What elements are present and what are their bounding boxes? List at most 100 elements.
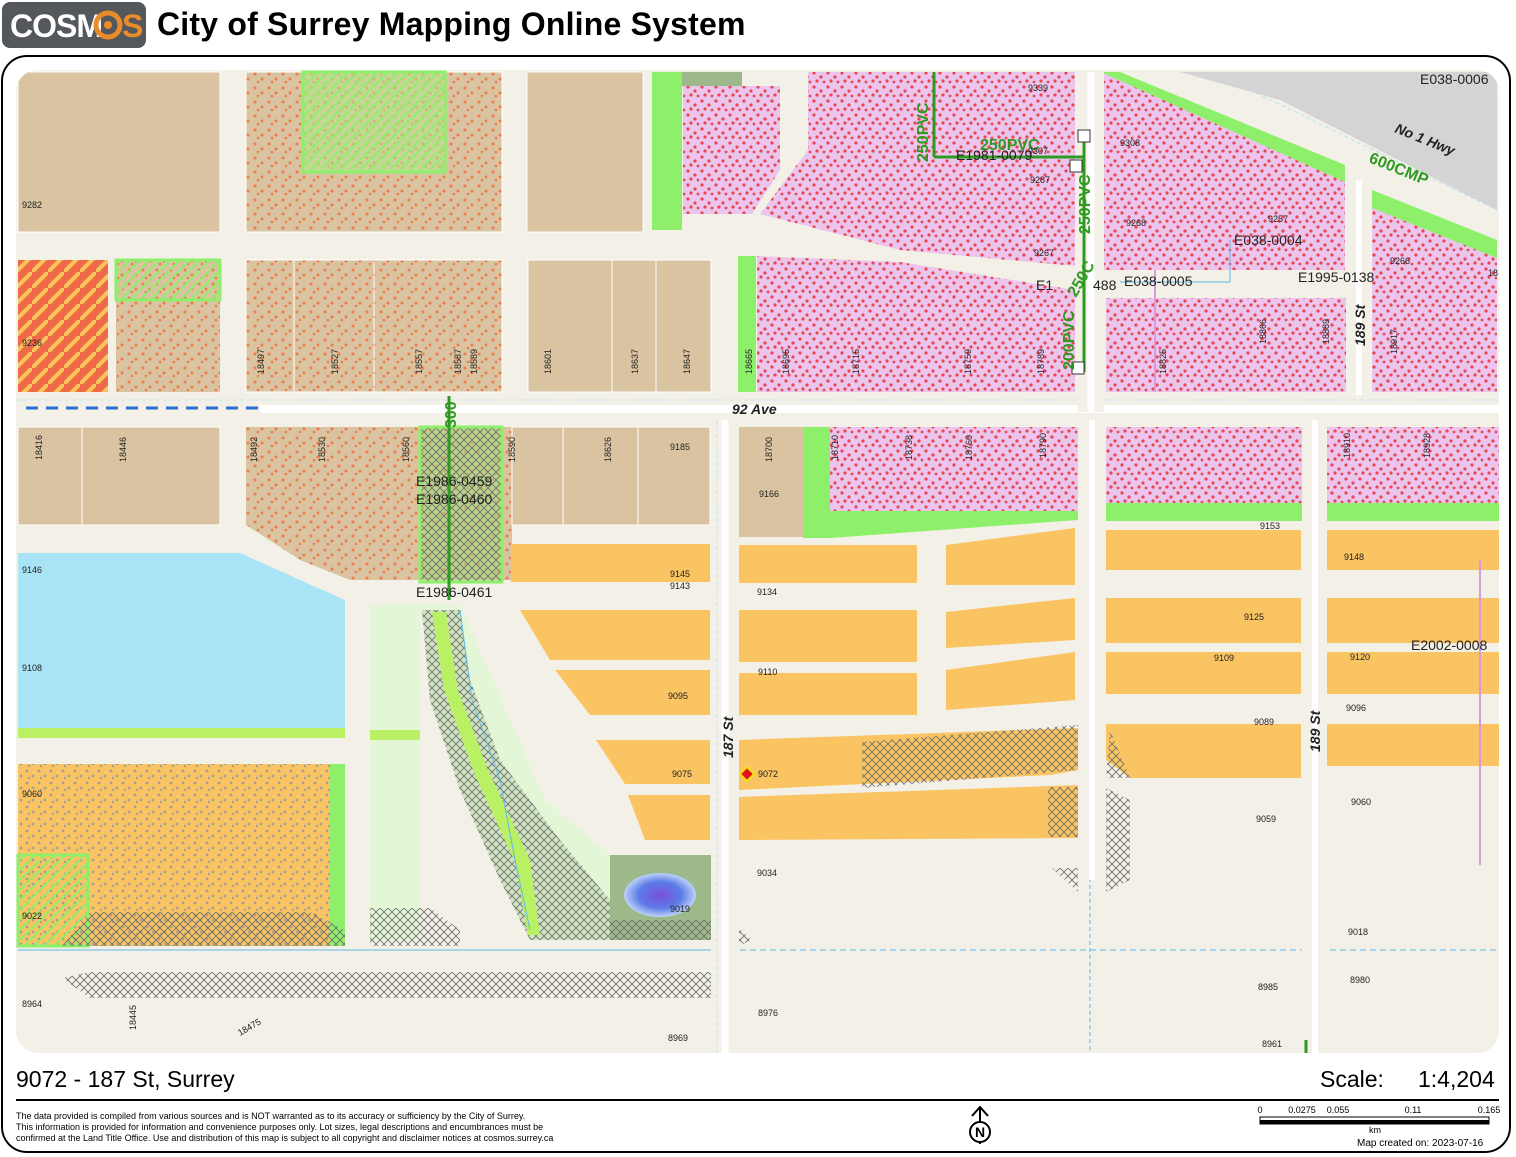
parcels-north-west: [17, 70, 712, 393]
address-label: 9075: [672, 769, 692, 779]
street-label-92-ave: 92 Ave: [732, 401, 777, 417]
address-label: 18710: [830, 435, 840, 460]
north-label: N: [975, 1124, 985, 1140]
address-label: 8964: [22, 999, 42, 1009]
easement-label: 488: [1093, 277, 1117, 293]
footer-divider: [16, 1099, 1499, 1101]
scale-tick-label: 0.11: [1405, 1105, 1422, 1115]
address-label: 18445: [128, 1005, 138, 1030]
street-label-189-st-north: 189 St: [1352, 303, 1368, 346]
address-label: 18: [1488, 268, 1498, 278]
address-label: 18759: [963, 349, 973, 374]
address-label: 9257: [1268, 214, 1288, 224]
street-label-187-st: 187 St: [720, 715, 736, 758]
address-label: 9282: [22, 200, 42, 210]
address-label: 18601: [543, 349, 553, 374]
address-label: 18700: [764, 437, 774, 462]
easement-label: E1986-0461: [416, 584, 493, 600]
pipe-label-250pvc-c: 250PVC: [1077, 174, 1094, 234]
address-label: 8969: [668, 1033, 688, 1043]
address-label: 18492: [249, 437, 259, 462]
address-label: 18825: [1158, 349, 1168, 374]
address-label: 18760: [964, 435, 974, 460]
address-label: 9096: [1346, 703, 1366, 713]
address-label: 9266: [1390, 256, 1410, 266]
address-label: 9060: [22, 789, 42, 799]
svg-text:S: S: [122, 8, 143, 44]
address-label: 9268: [1126, 218, 1146, 228]
address-label: 18889: [1321, 319, 1331, 344]
easement-label: E1995-0138: [1298, 269, 1375, 285]
easement-label: E038-0006: [1420, 71, 1489, 87]
easement-label: E038-0005: [1124, 273, 1193, 289]
disclaimer-text: The data provided is compiled from vario…: [16, 1111, 554, 1143]
address-label: 18738: [904, 435, 914, 460]
address-label: 18626: [603, 437, 613, 462]
easement-label: E1986-0460: [416, 491, 493, 507]
address-label: 9148: [1344, 552, 1364, 562]
address-label: 18530: [317, 437, 327, 462]
address-label: 9125: [1244, 612, 1264, 622]
scale-value: 1:4,204: [1418, 1066, 1495, 1092]
address-label: 18560: [401, 437, 411, 462]
address-label: 18928: [1422, 433, 1432, 458]
property-address: 9072 - 187 St, Surrey: [16, 1066, 235, 1092]
logo-text-a: COSM: [10, 8, 102, 44]
easement-label: E038-0004: [1234, 232, 1303, 248]
north-arrow-icon: N: [964, 1104, 996, 1146]
easement-label: E1986-0459: [416, 473, 493, 489]
easement-label: E1: [1036, 277, 1053, 293]
address-label: 9145: [670, 569, 690, 579]
address-label: 9143: [670, 581, 690, 591]
address-label: 18665: [744, 349, 754, 374]
address-label: 18589: [469, 349, 479, 374]
address-label: 9060: [1351, 797, 1371, 807]
scale-unit: km: [1369, 1125, 1381, 1135]
app-header: COSM S City of Surrey Mapping Online Sys…: [0, 0, 1516, 52]
street-label-189-st-south: 189 St: [1307, 709, 1323, 752]
address-label: 18527: [330, 349, 340, 374]
address-label: 9022: [22, 911, 42, 921]
address-label: 9185: [670, 442, 690, 452]
address-label: 9287: [1030, 175, 1050, 185]
address-label: 18789: [1036, 349, 1046, 374]
address-label: 18416: [34, 435, 44, 460]
scale-tick-label: 0.055: [1327, 1105, 1350, 1115]
address-label: 8976: [758, 1008, 778, 1018]
address-label: 9166: [759, 489, 779, 499]
easement-label: E2002-0008: [1411, 637, 1488, 653]
scale-tick-label: 0.165: [1478, 1105, 1501, 1115]
address-label: 18647: [682, 349, 692, 374]
address-label: 9267: [1034, 248, 1054, 258]
address-label: 9110: [758, 667, 777, 677]
scale-bar: 0 0.0275 0.055 0.11 0.165 km: [1255, 1103, 1505, 1139]
cosmos-logo[interactable]: COSM S: [2, 2, 146, 48]
address-label: 18557: [414, 349, 424, 374]
address-label: 9308: [1120, 138, 1140, 148]
page-title: City of Surrey Mapping Online System: [157, 6, 746, 42]
address-label: 18695: [781, 349, 791, 374]
address-label: 9108: [22, 663, 42, 673]
address-label: 9236: [22, 338, 42, 348]
scale-label: Scale:: [1320, 1066, 1384, 1092]
address-label: 18590: [507, 437, 517, 462]
address-label: 9109: [1214, 653, 1234, 663]
address-label: 9095: [668, 691, 688, 701]
address-label: 18637: [630, 349, 640, 374]
address-label: 9153: [1260, 521, 1280, 531]
address-label: 18910: [1342, 433, 1352, 458]
address-label: 9134: [757, 587, 777, 597]
address-label: 9034: [757, 868, 777, 878]
map-canvas[interactable]: 92 Ave 187 St 189 St 189 St No 1 Hwy 250…: [16, 70, 1499, 1053]
address-label: 18446: [118, 437, 128, 462]
pipe-label-200pvc: 200PVC: [1061, 310, 1078, 370]
address-label: 9120: [1350, 652, 1370, 662]
address-label: 9018: [1348, 927, 1368, 937]
address-label: 8961: [1262, 1039, 1282, 1049]
pipe-label-300: 300: [443, 401, 460, 428]
address-label: 18715: [851, 349, 861, 374]
address-label: 18790: [1038, 433, 1048, 458]
address-label: 18497: [256, 349, 266, 374]
address-label: 8980: [1350, 975, 1370, 985]
address-label: 9339: [1028, 83, 1048, 93]
